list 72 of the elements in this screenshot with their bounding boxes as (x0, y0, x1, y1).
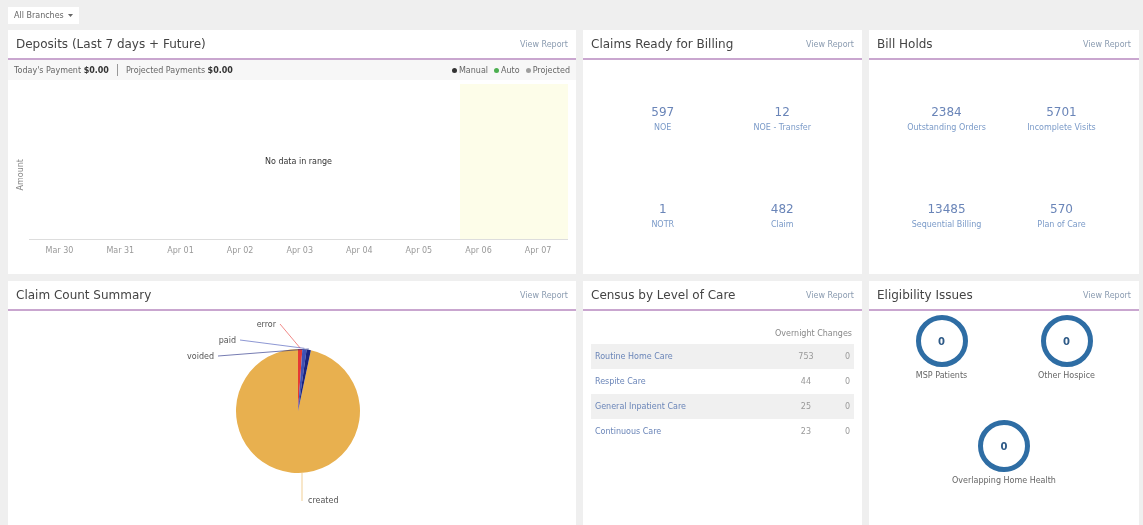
x-axis-label: Apr 05 (405, 246, 433, 257)
leader-line (301, 472, 303, 502)
stat-value[interactable]: 597 (651, 105, 675, 119)
card-title: Claim Count Summary (16, 288, 152, 302)
stat-value[interactable]: 570 (1050, 202, 1073, 216)
view-report-link[interactable]: View Report (805, 39, 854, 49)
pie-slice[interactable] (298, 349, 311, 411)
legend-label: Projected (532, 65, 570, 75)
care-level-link[interactable]: Continuous Care (591, 419, 784, 444)
legend-label: Auto (501, 65, 520, 75)
stat-value[interactable]: 482 (770, 202, 794, 216)
slice-label: voided (187, 352, 214, 361)
card-title: Eligibility Issues (877, 288, 973, 302)
stat-label[interactable]: NOE - Transfer (753, 123, 811, 132)
stat-value[interactable]: 5701 (1046, 105, 1077, 119)
table-cell: 23 (783, 419, 829, 444)
x-axis-label: Mar 30 (45, 246, 74, 257)
card-title: Claims Ready for Billing (591, 37, 734, 51)
table-cell: 0 (828, 344, 854, 369)
stat-label[interactable]: NOE (654, 123, 672, 132)
table-cell: 0 (828, 419, 854, 444)
summary-text: Projected Payments $0.00 (125, 65, 233, 75)
legend-label: Manual (458, 65, 489, 75)
table-cell: 753 (783, 344, 829, 369)
card-title: Deposits (Last 7 days + Future) (16, 37, 206, 51)
view-report-link[interactable]: View Report (1082, 39, 1131, 49)
caret-icon (67, 13, 73, 17)
card-title: Census by Level of Care (591, 288, 736, 302)
stat-label[interactable]: Claim (770, 220, 794, 229)
slice-label: created (308, 496, 339, 505)
table-cell: 25 (783, 394, 829, 419)
care-level-link[interactable]: Routine Home Care (591, 344, 784, 369)
ring-label: Other Hospice (1038, 371, 1095, 380)
pie-slice[interactable] (236, 349, 360, 473)
stat-label[interactable]: NOTR (651, 220, 675, 229)
stat-value[interactable]: 12 (774, 105, 790, 119)
stat-value[interactable]: 2384 (931, 105, 962, 119)
stat-label[interactable]: Incomplete Visits (1027, 123, 1096, 132)
slice-label: error (256, 320, 276, 329)
y-axis-label: Amount (16, 159, 25, 191)
x-axis-label: Apr 02 (226, 246, 254, 257)
care-level-link[interactable]: General Inpatient Care (591, 394, 784, 419)
count-ring[interactable]: 0 (915, 315, 968, 367)
stat-label[interactable]: Plan of Care (1037, 220, 1086, 229)
care-level-link[interactable]: Respite Care (591, 369, 784, 394)
stat-label[interactable]: Sequential Billing (911, 220, 982, 229)
view-report-link[interactable]: View Report (519, 290, 568, 300)
x-axis-label: Mar 31 (106, 246, 135, 257)
x-axis-label: Apr 03 (286, 246, 313, 257)
table-cell: 44 (783, 369, 829, 394)
card-title: Bill Holds (877, 37, 933, 51)
x-axis-label: Apr 06 (465, 246, 492, 257)
view-report-link[interactable]: View Report (519, 39, 568, 49)
x-axis-label: Apr 01 (167, 246, 194, 257)
x-axis-label: Apr 04 (346, 246, 373, 257)
column-header: Overnight Changes (591, 315, 854, 344)
stat-value[interactable]: 1 (658, 202, 667, 216)
stat-label[interactable]: Outstanding Orders (907, 123, 986, 132)
table-cell: 0 (828, 394, 854, 419)
ring-label: Overlapping Home Health (952, 476, 1056, 485)
table-cell: 0 (828, 369, 854, 394)
view-report-link[interactable]: View Report (805, 290, 854, 300)
count-ring[interactable]: 0 (978, 420, 1030, 472)
view-report-link[interactable]: View Report (1082, 290, 1131, 300)
empty-message: No data in range (264, 157, 333, 166)
ring-label: MSP Patients (915, 371, 968, 380)
count-ring[interactable]: 0 (1040, 315, 1093, 367)
x-axis-label: Apr 07 (524, 246, 552, 257)
summary-text: Today's Payment $0.00 (14, 65, 109, 75)
slice-label: paid (218, 336, 236, 345)
branch-dropdown[interactable]: All Branches (8, 6, 79, 24)
stat-value[interactable]: 13485 (927, 202, 966, 216)
